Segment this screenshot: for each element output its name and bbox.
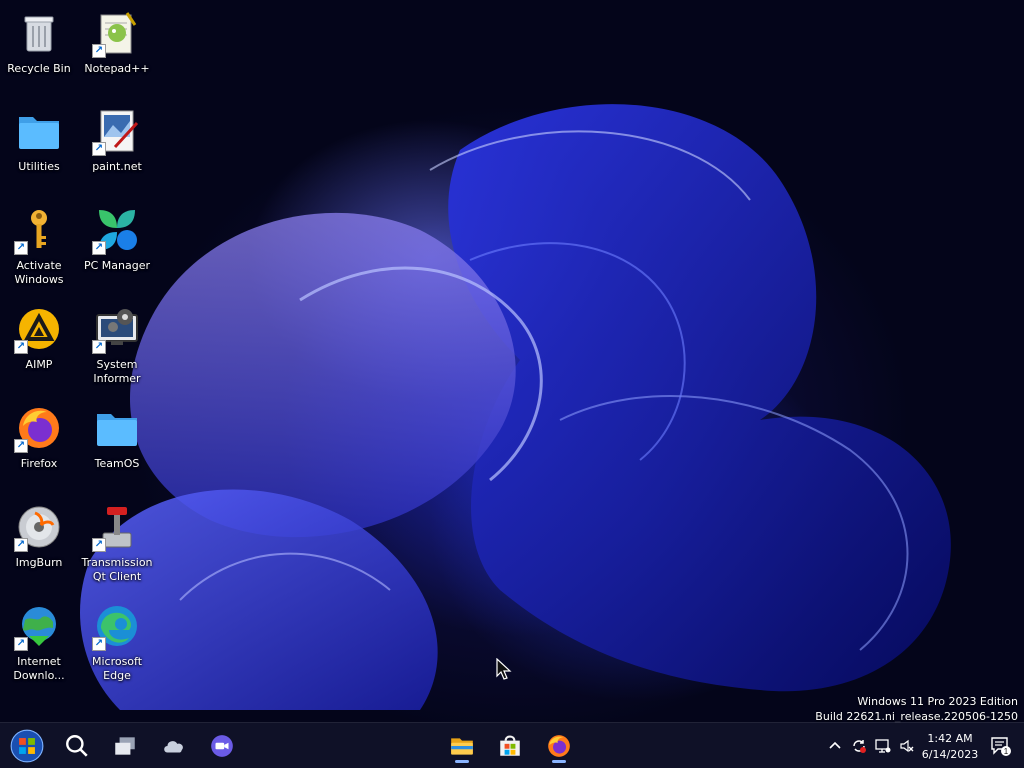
desktop-icon-notepad-plus-plus[interactable]: ↗ Notepad++ xyxy=(80,8,154,98)
desktop-icon-label: PC Manager xyxy=(83,259,151,272)
folder-icon xyxy=(14,106,64,156)
taskbar-app-firefox[interactable] xyxy=(541,729,577,763)
desktop-icon-label: TeamOS xyxy=(94,457,140,470)
shortcut-arrow-icon: ↗ xyxy=(92,637,106,651)
desktop-icon-label: Internet Downlo... xyxy=(13,655,65,682)
disc-icon: ↗ xyxy=(14,502,64,552)
notification-icon: 1 xyxy=(991,737,1011,756)
desktop-icon-aimp[interactable]: ↗ AIMP xyxy=(2,304,76,394)
recycle-bin-icon xyxy=(14,8,64,58)
shortcut-arrow-icon: ↗ xyxy=(14,340,28,354)
desktop-icon-system-informer[interactable]: ↗ System Informer xyxy=(80,304,154,394)
search-icon xyxy=(66,735,88,757)
clock-time: 1:42 AM xyxy=(927,732,973,745)
meet-button[interactable] xyxy=(204,729,240,763)
desktop-icon-imgburn[interactable]: ↗ ImgBurn xyxy=(2,502,76,592)
shortcut-arrow-icon: ↗ xyxy=(14,241,28,255)
mouse-cursor-icon xyxy=(496,658,512,680)
meet-camera-icon xyxy=(211,735,233,757)
desktop-icon-microsoft-edge[interactable]: ↗ Microsoft Edge xyxy=(80,601,154,691)
widgets-button[interactable] xyxy=(156,729,192,763)
desktop-icon-pc-manager[interactable]: ↗ PC Manager xyxy=(80,205,154,295)
taskbar-app-microsoft-store[interactable] xyxy=(492,729,528,763)
start-orb-icon xyxy=(10,729,44,763)
tray-sync[interactable] xyxy=(850,737,868,755)
microsoft-store-icon xyxy=(500,735,520,756)
desktop-icon-recycle-bin[interactable]: Recycle Bin xyxy=(2,8,76,98)
tray-volume[interactable] xyxy=(898,737,916,755)
search-button[interactable] xyxy=(59,729,95,763)
desktop-icon-label: ImgBurn xyxy=(15,556,63,569)
desktop-icon-label: Microsoft Edge xyxy=(91,655,143,682)
paint-net-icon: ↗ xyxy=(92,106,142,156)
start-button[interactable] xyxy=(8,729,46,763)
clock-date: 6/14/2023 xyxy=(921,748,979,761)
notification-center-button[interactable]: 1 xyxy=(990,735,1012,757)
folder-icon xyxy=(92,403,142,453)
shortcut-arrow-icon: ↗ xyxy=(92,44,106,58)
notepad-plus-plus-icon: ↗ xyxy=(92,8,142,58)
desktop-icon-label: AIMP xyxy=(25,358,53,371)
desktop-icon-paint-net[interactable]: ↗ paint.net xyxy=(80,106,154,196)
transmission-icon: ↗ xyxy=(92,502,142,552)
notification-count: 1 xyxy=(1004,747,1009,756)
tray-network[interactable] xyxy=(874,737,892,755)
desktop-icon-label: Utilities xyxy=(18,160,60,173)
desktop-icon-label: Notepad++ xyxy=(84,62,150,75)
desktop-icon-label: System Informer xyxy=(93,358,141,385)
desktop-icon-label: Recycle Bin xyxy=(7,62,71,75)
desktop-icon-firefox[interactable]: ↗ Firefox xyxy=(2,403,76,493)
edition-line: Windows 11 Pro 2023 Edition xyxy=(857,695,1018,708)
taskbar: 1:42 AM 6/14/2023 1 xyxy=(0,722,1024,768)
cloud-widgets-icon xyxy=(164,741,183,753)
file-explorer-icon xyxy=(451,738,473,755)
shortcut-arrow-icon: ↗ xyxy=(14,439,28,453)
aimp-icon: ↗ xyxy=(14,304,64,354)
chevron-up-icon xyxy=(829,741,841,749)
desktop-icon-label: paint.net xyxy=(92,160,142,173)
desktop-icon-activate-windows[interactable]: ↗ Activate Windows xyxy=(2,205,76,295)
desktop-icon-utilities[interactable]: Utilities xyxy=(2,106,76,196)
firefox-icon xyxy=(548,735,570,757)
desktop-icon-teamos[interactable]: TeamOS xyxy=(80,403,154,493)
idm-globe-icon: ↗ xyxy=(14,601,64,651)
task-view-button[interactable] xyxy=(107,729,143,763)
desktop-icon-label: Transmission Qt Client xyxy=(81,556,153,583)
edge-icon: ↗ xyxy=(92,601,142,651)
shortcut-arrow-icon: ↗ xyxy=(92,340,106,354)
edition-watermark: Windows 11 Pro 2023 Edition Build 22621.… xyxy=(815,694,1018,724)
key-icon: ↗ xyxy=(14,205,64,255)
volume-muted-icon xyxy=(900,739,914,753)
show-hidden-icons-button[interactable] xyxy=(826,737,844,755)
desktop-icon-internet-download-manager[interactable]: ↗ Internet Downlo... xyxy=(2,601,76,691)
sync-icon xyxy=(853,740,866,753)
taskbar-app-file-explorer[interactable] xyxy=(444,729,480,763)
shortcut-arrow-icon: ↗ xyxy=(14,637,28,651)
desktop-icon-label: Firefox xyxy=(20,457,58,470)
shortcut-arrow-icon: ↗ xyxy=(92,142,106,156)
desktop-icon-label: Activate Windows xyxy=(14,259,64,286)
pc-manager-icon: ↗ xyxy=(92,205,142,255)
desktop-icon-transmission[interactable]: ↗ Transmission Qt Client xyxy=(80,502,154,592)
shortcut-arrow-icon: ↗ xyxy=(92,241,106,255)
firefox-icon: ↗ xyxy=(14,403,64,453)
task-view-icon xyxy=(115,737,135,755)
network-icon xyxy=(875,739,891,753)
shortcut-arrow-icon: ↗ xyxy=(92,538,106,552)
system-informer-icon: ↗ xyxy=(92,304,142,354)
shortcut-arrow-icon: ↗ xyxy=(14,538,28,552)
taskbar-clock[interactable]: 1:42 AM 6/14/2023 xyxy=(920,731,980,763)
